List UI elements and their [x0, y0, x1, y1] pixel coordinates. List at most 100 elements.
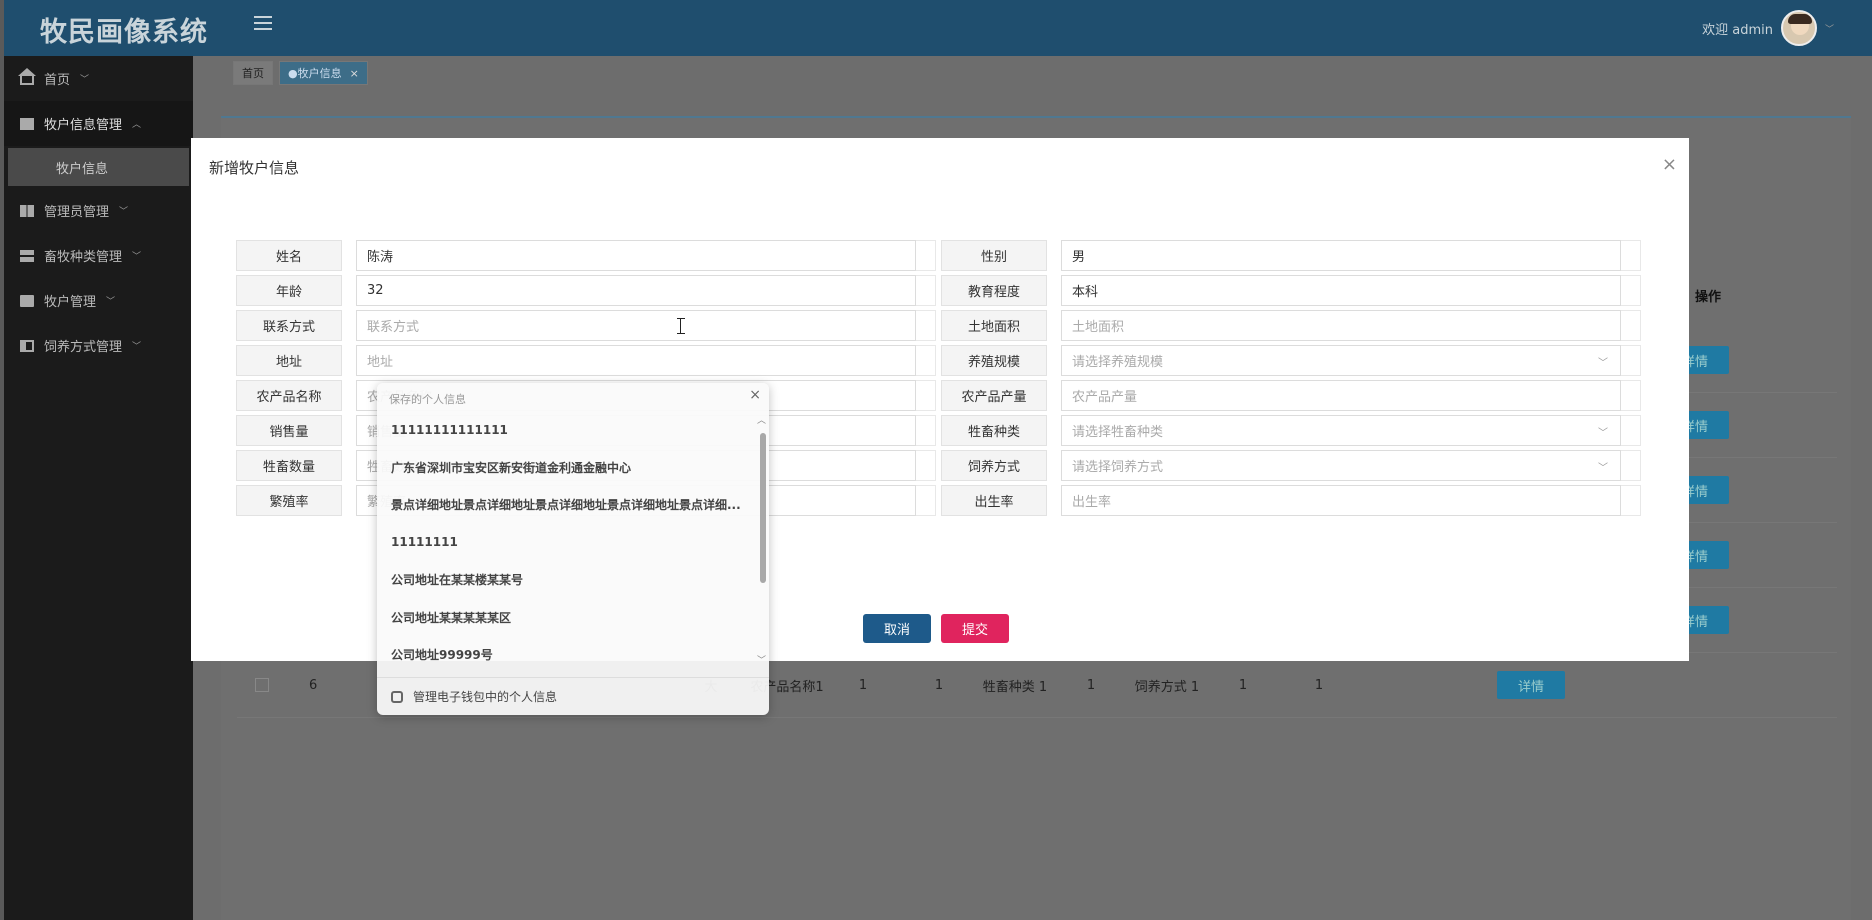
rows-icon: [20, 249, 34, 262]
sidebar-item-label: 牧户管理: [44, 295, 97, 310]
field-spacer: [1621, 450, 1641, 481]
tab-bar: 首页 ●牧户信息 ×: [193, 56, 1872, 90]
table-cell: 饲养方式 1: [1134, 679, 1200, 695]
sidebar-item-feeding[interactable]: 饲养方式管理 ﹀: [4, 323, 193, 368]
chevron-down-icon: ﹀: [119, 207, 129, 217]
sidebar-item-label: 畜牧种类管理: [44, 250, 123, 265]
close-icon[interactable]: ×: [749, 387, 761, 403]
chevron-down-icon: ﹀: [1598, 428, 1608, 439]
form-field-group: 牲畜种类 请选择牲畜种类 ﹀: [941, 415, 1646, 448]
sidebar-subitem-herder-info[interactable]: 牧户信息: [8, 148, 189, 186]
text-input[interactable]: 农产品产量: [1061, 380, 1621, 411]
chevron-up-icon: ︿: [132, 120, 142, 130]
form-field-group: 教育程度 本科: [941, 275, 1646, 308]
field-spacer: [1621, 345, 1641, 376]
autofill-item[interactable]: 公司地址在某某楼某某号: [377, 561, 757, 599]
select-field[interactable]: 请选择养殖规模 ﹀: [1061, 345, 1621, 376]
field-spacer: [916, 345, 936, 376]
sidebar: 首页 ﹀ 牧户信息管理 ︿ 牧户信息 管理员管理 ﹀ 畜牧种类管理 ﹀ 牧户管理…: [4, 56, 193, 920]
chevron-down-icon: ﹀: [132, 342, 142, 352]
key-icon: [391, 690, 403, 703]
field-label: 销售量: [236, 415, 342, 446]
text-input[interactable]: 土地面积: [1061, 310, 1621, 341]
book-icon: [20, 294, 34, 307]
text-input[interactable]: 联系方式: [356, 310, 916, 341]
field-spacer: [916, 310, 936, 341]
field-label: 养殖规模: [941, 345, 1047, 376]
cancel-button[interactable]: 取消: [863, 614, 931, 643]
form-field-group: 农产品产量 农产品产量: [941, 380, 1646, 413]
field-label: 牲畜数量: [236, 450, 342, 481]
form-row: 年龄 32 教育程度 本科: [236, 275, 1646, 310]
chevron-down-icon[interactable]: ﹀: [757, 653, 766, 666]
field-label: 出生率: [941, 485, 1047, 516]
autofill-item[interactable]: 广东省深圳市宝安区新安街道金利通金融中心: [377, 449, 757, 487]
scrollbar-thumb[interactable]: [760, 433, 766, 583]
form-row: 姓名 陈涛 性别 男: [236, 240, 1646, 275]
row-checkbox[interactable]: [255, 678, 269, 692]
field-label: 联系方式: [236, 310, 342, 341]
field-label: 农产品产量: [941, 380, 1047, 411]
text-input[interactable]: 男: [1061, 240, 1621, 271]
form-field-group: 性别 男: [941, 240, 1646, 273]
user-menu[interactable]: 欢迎 admin ﹀: [1702, 10, 1834, 46]
modal-title: 新增牧户信息: [209, 159, 300, 177]
field-label: 性别: [941, 240, 1047, 271]
table-cell: 1: [1314, 677, 1324, 693]
tab-label: 首页: [242, 67, 264, 80]
form-row: 地址 地址 养殖规模 请选择养殖规模 ﹀: [236, 345, 1646, 380]
text-input[interactable]: 地址: [356, 345, 916, 376]
dashboard-icon: [20, 204, 34, 217]
autofill-item[interactable]: 公司地址某某某某某区: [377, 599, 757, 637]
sidebar-item-livestock-type[interactable]: 畜牧种类管理 ﹀: [4, 233, 193, 278]
autofill-manage-link[interactable]: 管理电子钱包中的个人信息: [377, 677, 769, 715]
text-input[interactable]: 陈涛: [356, 240, 916, 271]
autofill-item[interactable]: 公司地址99999号: [377, 636, 757, 674]
text-input[interactable]: 出生率: [1061, 485, 1621, 516]
chevron-up-icon[interactable]: ︿: [757, 413, 766, 426]
home-icon: [18, 68, 36, 85]
field-label: 繁殖率: [236, 485, 342, 516]
form-field-group: 出生率 出生率: [941, 485, 1646, 518]
field-spacer: [916, 415, 936, 446]
autofill-item[interactable]: 景点详细地址景点详细地址景点详细地址景点详细地址景点详细...: [377, 486, 757, 524]
avatar[interactable]: [1780, 10, 1817, 46]
autofill-item[interactable]: 11111111: [377, 524, 757, 562]
field-label: 农产品名称: [236, 380, 342, 411]
close-icon[interactable]: ×: [350, 67, 359, 80]
field-label: 地址: [236, 345, 342, 376]
field-spacer: [916, 275, 936, 306]
tab-home[interactable]: 首页: [233, 61, 273, 85]
table-cell: 1: [858, 677, 868, 693]
detail-button[interactable]: 详情: [1497, 671, 1565, 699]
sidebar-item-home[interactable]: 首页 ﹀: [4, 56, 193, 101]
form-row: 联系方式 联系方式 土地面积 土地面积: [236, 310, 1646, 345]
table-cell: 牲畜种类 1: [982, 679, 1048, 695]
sidebar-item-admin[interactable]: 管理员管理 ﹀: [4, 188, 193, 233]
field-spacer: [916, 485, 936, 516]
sidebar-item-herder-info[interactable]: 牧户信息管理 ︿: [4, 101, 193, 146]
form-field-group: 姓名 陈涛: [236, 240, 941, 273]
text-input[interactable]: 32: [356, 275, 916, 306]
close-icon[interactable]: ×: [1662, 154, 1677, 175]
autofill-dropdown[interactable]: 保存的个人信息 × ︿ 11111111111111 广东省深圳市宝安区新安街道…: [377, 383, 769, 715]
sidebar-item-label: 首页: [44, 73, 71, 88]
submit-button[interactable]: 提交: [941, 614, 1009, 643]
tab-herder-info[interactable]: ●牧户信息 ×: [279, 61, 368, 85]
select-field[interactable]: 请选择饲养方式 ﹀: [1061, 450, 1621, 481]
chevron-down-icon[interactable]: ﹀: [1825, 22, 1834, 35]
autofill-item[interactable]: 11111111111111: [377, 411, 757, 449]
tab-label: ●牧户信息: [288, 67, 342, 80]
select-field[interactable]: 请选择牲畜种类 ﹀: [1061, 415, 1621, 446]
field-placeholder: 地址: [367, 355, 394, 370]
field-label: 土地面积: [941, 310, 1047, 341]
sidebar-item-label: 饲养方式管理: [44, 340, 123, 355]
chevron-down-icon: ﹀: [132, 252, 142, 262]
sidebar-item-herder[interactable]: 牧户管理 ﹀: [4, 278, 193, 323]
autofill-list: 11111111111111 广东省深圳市宝安区新安街道金利通金融中心 景点详细…: [377, 411, 757, 674]
table-cell: 1: [1238, 677, 1248, 693]
field-label: 牲畜种类: [941, 415, 1047, 446]
text-input[interactable]: 本科: [1061, 275, 1621, 306]
menu-toggle-icon[interactable]: [254, 16, 272, 30]
form-field-group: 养殖规模 请选择养殖规模 ﹀: [941, 345, 1646, 378]
